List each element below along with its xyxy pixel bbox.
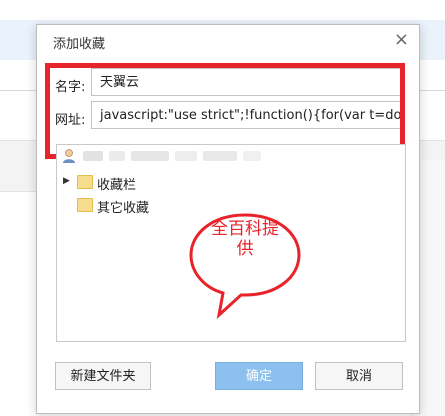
annotation-text: 全百科提 供 (203, 219, 287, 259)
blurred-account-part (109, 151, 125, 161)
tree-item-bookmarks-bar[interactable]: ▶ 收藏栏 (57, 171, 397, 193)
new-folder-button[interactable]: 新建文件夹 (55, 362, 151, 390)
ok-button[interactable]: 确定 (215, 362, 303, 390)
blurred-account-part (131, 151, 169, 161)
blurred-account-part (83, 151, 103, 161)
annotation-line: 供 (236, 239, 254, 259)
annotation-line: 全百科提 (211, 219, 279, 239)
blurred-account-part (175, 151, 197, 161)
dialog-title: 添加收藏 (53, 37, 106, 52)
user-icon (63, 149, 75, 163)
expand-arrow-icon[interactable]: ▶ (63, 176, 70, 186)
blurred-account-part (203, 151, 237, 161)
folder-icon (77, 198, 93, 212)
add-bookmark-dialog: 添加收藏 × 名字: 天翼云 网址: javascript:"use stric… (36, 24, 420, 414)
tree-row-account[interactable] (57, 145, 397, 167)
folder-icon (77, 175, 93, 189)
tree-item-label: 其它收藏 (97, 201, 150, 216)
cancel-button[interactable]: 取消 (315, 362, 403, 390)
close-icon[interactable]: × (394, 31, 409, 49)
tree-item-label: 收藏栏 (97, 178, 137, 193)
blurred-account-part (243, 151, 261, 161)
